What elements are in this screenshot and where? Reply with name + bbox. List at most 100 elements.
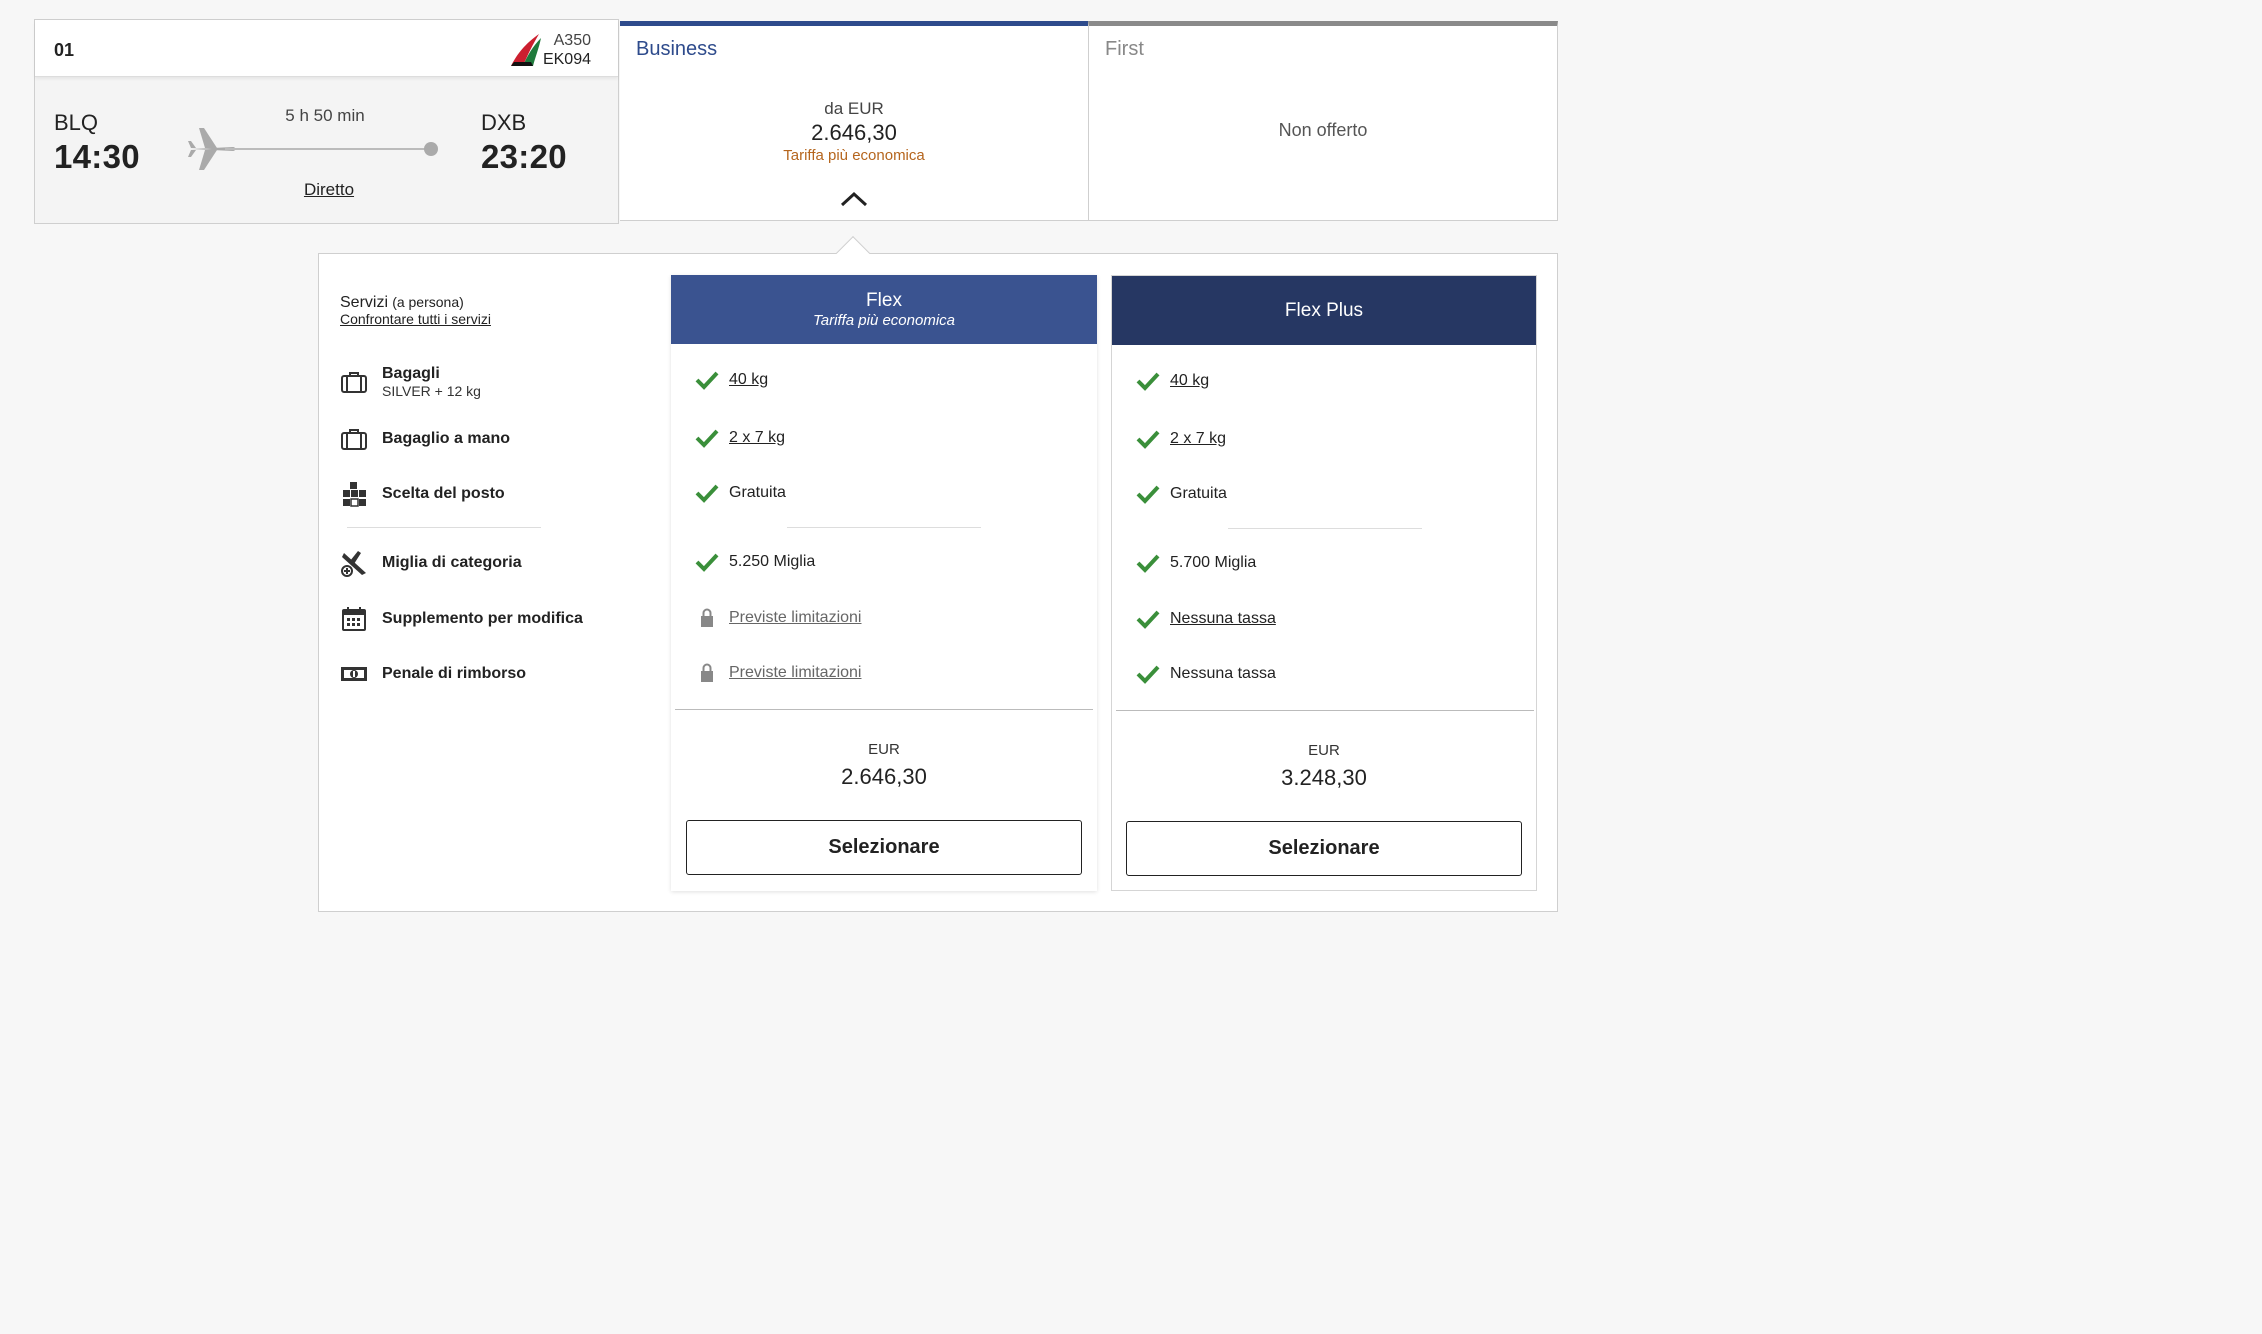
service-label: Bagagli xyxy=(382,365,440,382)
check-icon xyxy=(695,484,719,503)
compare-services-link[interactable]: Confrontare tutti i servizi xyxy=(340,311,491,327)
direct-flight-link[interactable]: Diretto xyxy=(275,180,383,200)
calendar-icon xyxy=(342,607,366,631)
select-flex-plus-button[interactable]: Selezionare xyxy=(1126,821,1522,876)
fare-divider xyxy=(1228,528,1422,529)
flight-code: EK094 xyxy=(542,51,591,68)
seat-selection-value: Gratuita xyxy=(729,484,786,501)
select-flex-button[interactable]: Selezionare xyxy=(686,820,1082,875)
destination: DXB 23:20 xyxy=(481,110,567,176)
fare-currency: EUR xyxy=(1308,742,1340,759)
fare-row-miles: 5.700 Miglia xyxy=(1136,553,1256,573)
service-hand-luggage: Bagaglio a mano xyxy=(340,425,510,453)
fare-row-hand-luggage: 2 x 7 kg xyxy=(1136,429,1226,449)
price-amount: 2.646,30 xyxy=(811,120,897,145)
arrival-time: 23:20 xyxy=(481,138,567,175)
fare-price: EUR 2.646,30 xyxy=(671,741,1097,790)
fare-amount: 2.646,30 xyxy=(841,764,927,789)
check-icon xyxy=(1136,372,1160,391)
flight-card-header: 01 A350 EK094 xyxy=(35,20,618,77)
hand-luggage-link[interactable]: 2 x 7 kg xyxy=(729,429,785,447)
origin: BLQ 14:30 xyxy=(54,110,140,176)
service-seat-selection: Scelta del posto xyxy=(340,480,505,508)
baggage-allowance-link[interactable]: 40 kg xyxy=(1170,372,1209,390)
destination-airport: DXB xyxy=(481,110,527,135)
cabin-first-name: First xyxy=(1105,38,1144,60)
fare-amount: 3.248,30 xyxy=(1281,765,1367,790)
service-label: Bagaglio a mano xyxy=(382,430,511,447)
check-icon xyxy=(1136,554,1160,573)
check-icon xyxy=(1136,430,1160,449)
fare-flex-card: Flex Tariffa più economica 40 kg 2 x 7 k… xyxy=(671,275,1097,891)
check-icon xyxy=(695,429,719,448)
service-label: Penale di rimborso xyxy=(382,665,527,682)
service-label: Miglia di categoria xyxy=(382,554,522,571)
flight-card[interactable]: 01 A350 EK094 BLQ 14:30 5 h 50 min Diret… xyxy=(34,19,619,224)
chevron-up-icon[interactable] xyxy=(839,190,869,208)
fare-row-change: Previste limitazioni xyxy=(695,608,861,628)
suitcase-icon xyxy=(341,372,367,393)
origin-airport: BLQ xyxy=(54,110,99,135)
lock-icon xyxy=(701,663,713,682)
baggage-allowance-link[interactable]: 40 kg xyxy=(729,371,768,389)
cabin-first-status: Non offerto xyxy=(1278,120,1368,140)
banknote-icon xyxy=(341,667,367,681)
cheapest-fare-note: Tariffa più economica xyxy=(783,147,925,164)
miles-value: 5.250 Miglia xyxy=(729,553,816,570)
seat-selection-value: Gratuita xyxy=(1170,485,1227,502)
check-icon xyxy=(695,371,719,390)
fare-row-seat: Gratuita xyxy=(695,483,786,503)
service-refund-penalty: Penale di rimborso xyxy=(340,660,526,688)
change-restrictions-link[interactable]: Previste limitazioni xyxy=(729,609,861,627)
fare-flex-plus-card: Flex Plus 40 kg 2 x 7 kg Gratuita 5.700 … xyxy=(1111,275,1537,891)
cabin-business-tab[interactable]: Business da EUR 2.646,30 Tariffa più eco… xyxy=(620,21,1088,221)
refund-value: Nessuna tassa xyxy=(1170,665,1276,682)
no-fee-link[interactable]: Nessuna tassa xyxy=(1170,610,1276,628)
fare-row-refund: Previste limitazioni xyxy=(695,663,861,683)
cabin-business-price: da EUR 2.646,30 Tariffa più economica xyxy=(620,99,1088,164)
aircraft-info: A350 EK094 xyxy=(543,31,591,69)
check-icon xyxy=(1136,665,1160,684)
route-line xyxy=(225,148,430,150)
fare-row-change: Nessuna tassa xyxy=(1136,609,1276,629)
fare-details-panel: Servizi (a persona) Confrontare tutti i … xyxy=(318,253,1558,912)
services-title: Servizi xyxy=(340,294,389,311)
fare-row-seat: Gratuita xyxy=(1136,484,1227,504)
fare-flex-header: Flex Tariffa più economica xyxy=(671,275,1097,344)
fare-row-refund: Nessuna tassa xyxy=(1136,664,1276,684)
fare-row-baggage: 40 kg xyxy=(695,370,768,390)
fare-name: Flex xyxy=(866,290,902,311)
miles-plane-icon xyxy=(341,551,366,577)
services-divider xyxy=(347,527,541,528)
services-per-person: (a persona) xyxy=(392,294,464,310)
fare-flex-plus-header: Flex Plus xyxy=(1112,276,1536,345)
check-icon xyxy=(1136,485,1160,504)
seat-map-icon xyxy=(343,482,366,507)
service-status-miles: Miglia di categoria xyxy=(340,549,522,577)
service-change-fee: Supplemento per modifica xyxy=(340,605,583,633)
fare-row-hand-luggage: 2 x 7 kg xyxy=(695,428,785,448)
check-icon xyxy=(1136,610,1160,629)
refund-restrictions-link[interactable]: Previste limitazioni xyxy=(729,664,861,682)
hand-luggage-link[interactable]: 2 x 7 kg xyxy=(1170,430,1226,448)
services-header: Servizi (a persona) Confrontare tutti i … xyxy=(340,294,491,327)
fare-price-separator xyxy=(675,709,1093,710)
lock-icon xyxy=(701,608,713,627)
destination-dot xyxy=(424,142,438,156)
fare-currency: EUR xyxy=(868,741,900,758)
service-baggage: Bagagli SILVER + 12 kg xyxy=(340,365,481,399)
fare-price-separator xyxy=(1116,710,1534,711)
departure-time: 14:30 xyxy=(54,138,140,175)
fare-price: EUR 3.248,30 xyxy=(1112,742,1536,791)
fare-row-baggage: 40 kg xyxy=(1136,371,1209,391)
check-icon xyxy=(695,553,719,572)
hand-luggage-icon xyxy=(341,429,367,450)
cabin-first-tab: First Non offerto xyxy=(1088,21,1558,221)
service-label: Scelta del posto xyxy=(382,485,505,502)
fare-divider xyxy=(787,527,981,528)
fare-name: Flex Plus xyxy=(1284,299,1364,321)
service-sub: SILVER + 12 kg xyxy=(382,383,481,399)
price-from-label: da EUR xyxy=(824,99,884,118)
flight-duration: 5 h 50 min xyxy=(285,106,365,125)
flight-number: 01 xyxy=(54,40,75,60)
